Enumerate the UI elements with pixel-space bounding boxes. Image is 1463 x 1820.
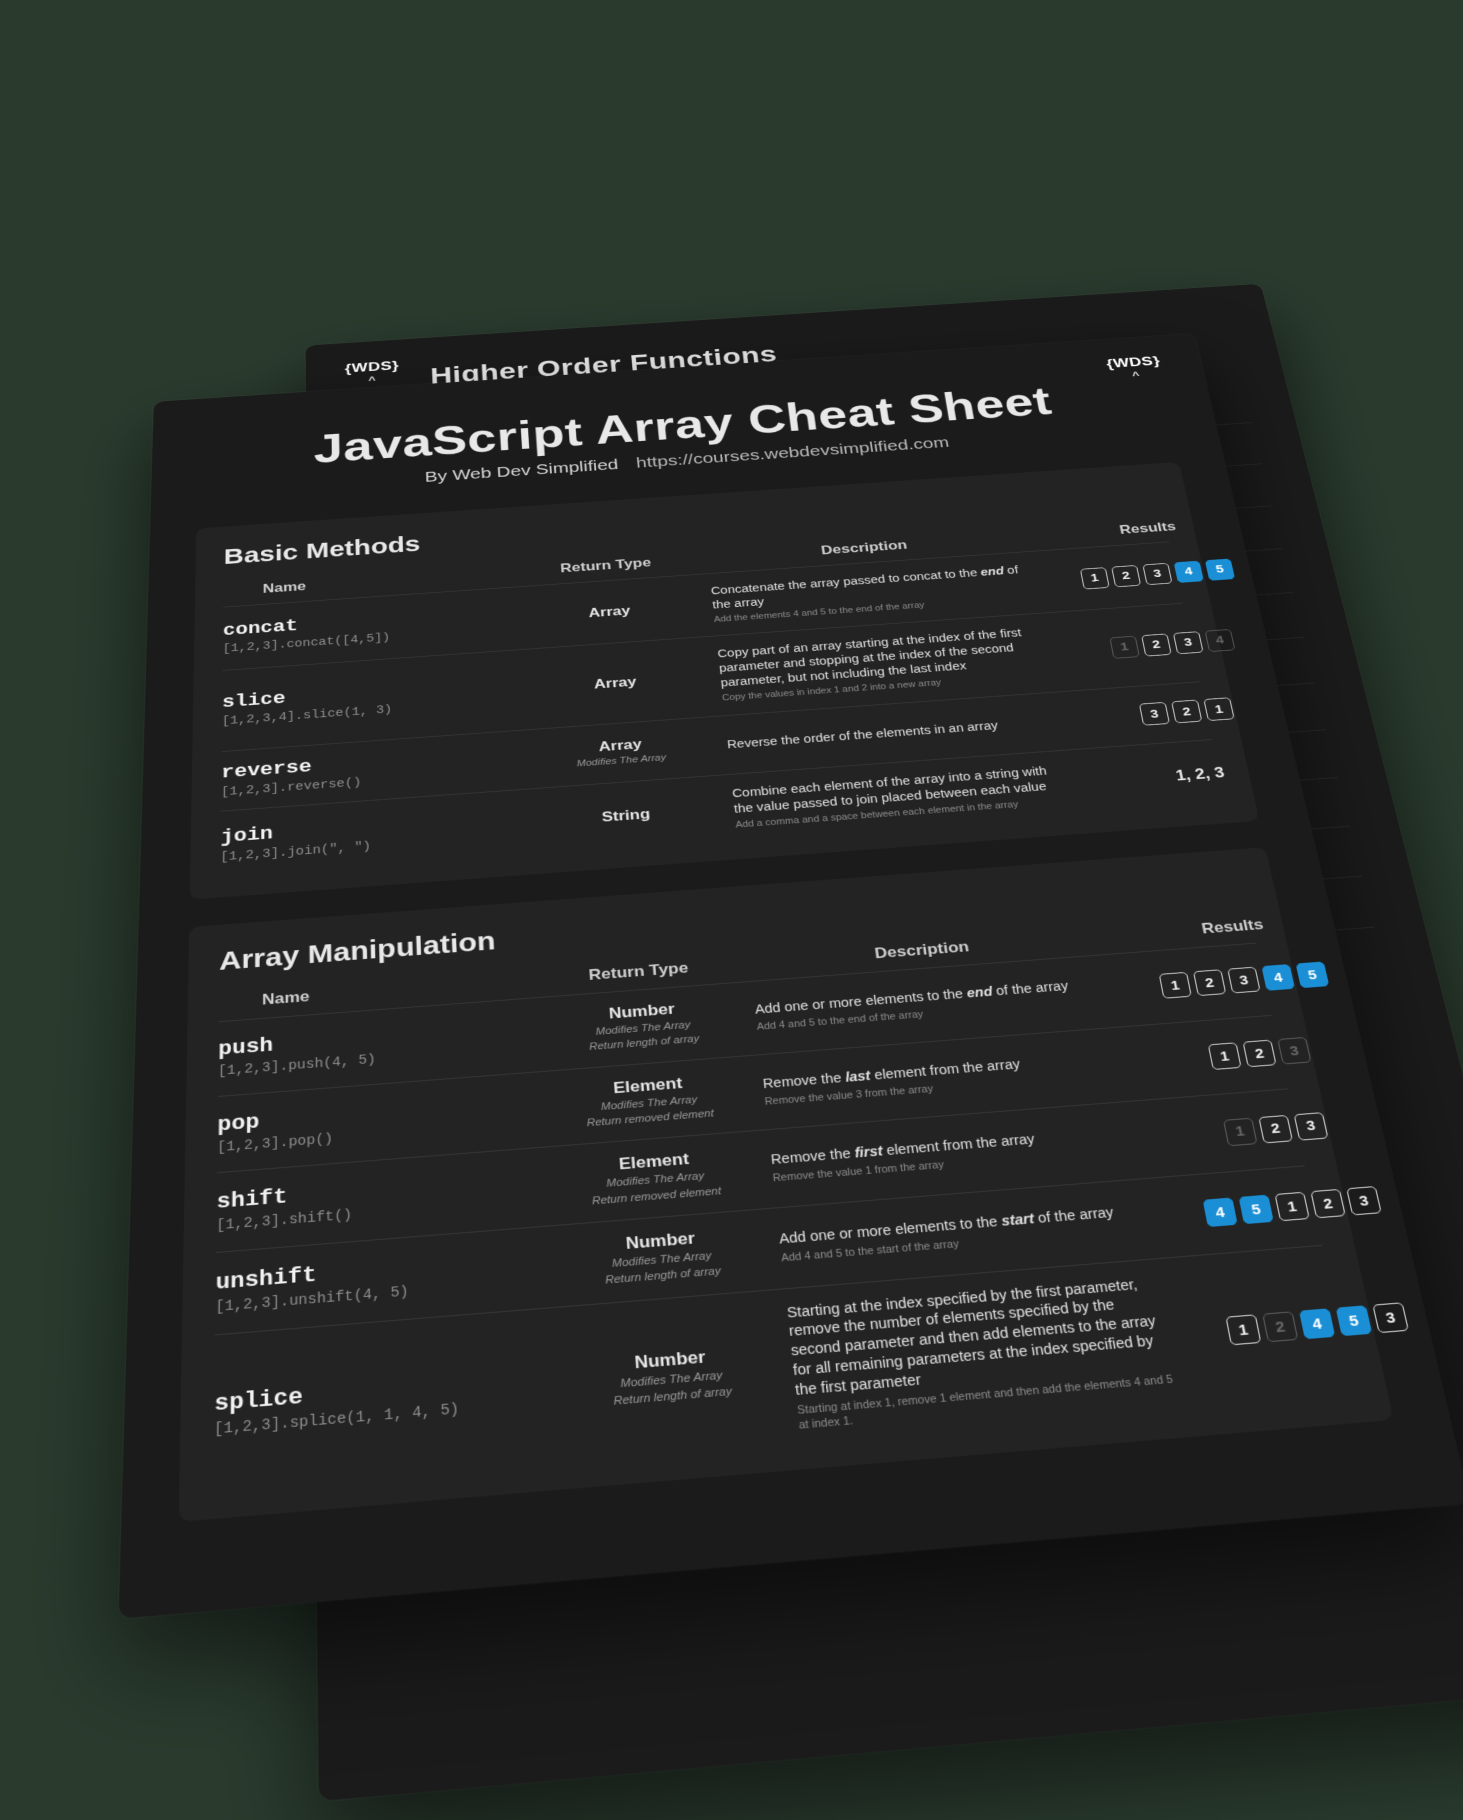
- return-type-cell: Array: [524, 599, 694, 626]
- result-box: 1: [1207, 1042, 1241, 1070]
- result-boxes: 12345: [1158, 962, 1329, 999]
- result-box: 2: [1171, 700, 1202, 724]
- description-cell: Add one or more elements to the start of…: [778, 1201, 1147, 1266]
- result-boxes: 123: [1222, 1112, 1328, 1146]
- return-type-cell: Array: [528, 669, 701, 697]
- result-box: 4: [1202, 1198, 1237, 1228]
- return-type: Array: [524, 599, 694, 626]
- result-box: 5: [1335, 1306, 1372, 1337]
- result-box: 3: [1293, 1112, 1328, 1141]
- section: Array ManipulationNameReturn TypeDescrip…: [178, 847, 1393, 1522]
- method-cell: concat[1,2,3].concat([4,5]): [222, 602, 507, 655]
- result-box: 3: [1277, 1037, 1311, 1065]
- section: Basic MethodsNameReturn TypeDescriptionR…: [189, 462, 1259, 900]
- result-box: 2: [1262, 1312, 1298, 1343]
- result-cell: 123: [1133, 1031, 1384, 1076]
- result-cell: 12345: [1120, 959, 1367, 1002]
- result-boxes: 12453: [1225, 1303, 1409, 1346]
- description-cell: Remove the last element from the arrayRe…: [761, 1048, 1118, 1109]
- result-cell: 321: [1070, 693, 1303, 731]
- result-cell: 45123: [1162, 1183, 1422, 1231]
- result-box: 2: [1111, 565, 1141, 587]
- result-box: 5: [1238, 1195, 1273, 1225]
- method-cell: splice[1,2,3].splice(1, 1, 4, 5): [213, 1364, 550, 1439]
- result-box: 1: [1222, 1117, 1257, 1146]
- col-results: Results: [1111, 909, 1354, 944]
- result-box: 1: [1225, 1315, 1261, 1346]
- result-box: 4: [1299, 1309, 1335, 1340]
- description-cell: Reverse the order of the elements in an …: [726, 714, 1054, 752]
- result-cell: 12453: [1184, 1299, 1450, 1349]
- result-box: 5: [1204, 558, 1234, 580]
- result-box: 5: [1295, 962, 1329, 989]
- col-return: Return Type: [521, 553, 689, 579]
- result-boxes: 1234: [1109, 629, 1235, 659]
- return-type-cell: ElementModifies The ArrayReturn removed …: [553, 1069, 745, 1132]
- result-cell: 123: [1147, 1106, 1402, 1152]
- description-cell: Copy part of an array starting at the in…: [716, 625, 1045, 704]
- result-cell: 12345: [1044, 556, 1269, 592]
- result-boxes: 45123: [1202, 1186, 1381, 1227]
- description-cell: Combine each element of the array into a…: [731, 762, 1068, 831]
- return-type-cell: String: [536, 802, 714, 831]
- method-cell: pop[1,2,3].pop(): [217, 1089, 535, 1156]
- method-cell: shift[1,2,3].shift(): [216, 1165, 539, 1234]
- result-box: 4: [1204, 629, 1235, 652]
- return-type-cell: NumberModifies The ArrayReturn length of…: [548, 996, 737, 1057]
- return-type-cell: ElementModifies The ArrayReturn removed …: [557, 1145, 752, 1211]
- description-cell: Starting at the index specified by the f…: [785, 1273, 1176, 1433]
- result-box: 1: [1109, 635, 1140, 658]
- result-box: 2: [1242, 1040, 1276, 1068]
- method-cell: push[1,2,3].push(4, 5): [217, 1015, 530, 1080]
- result-box: 4: [1261, 964, 1295, 991]
- result-boxes: 12345: [1079, 558, 1234, 589]
- result-cell: 1, 2, 3: [1082, 758, 1317, 792]
- result-box: 1: [1158, 972, 1191, 999]
- result-box: 3: [1142, 563, 1172, 585]
- return-type-cell: NumberModifies The ArrayReturn length of…: [569, 1342, 773, 1413]
- result-box: 3: [1346, 1186, 1382, 1215]
- wds-logo: {WDS}: [344, 359, 399, 386]
- return-type-cell: ArrayModifies The Array: [532, 732, 709, 773]
- description: Reverse the order of the elements in an …: [726, 714, 1054, 752]
- result-box: 3: [1372, 1303, 1409, 1334]
- description-cell: Concatenate the array passed to concat t…: [710, 562, 1032, 625]
- return-type: String: [536, 802, 714, 831]
- result-boxes: 123: [1207, 1037, 1311, 1070]
- result-box: 1: [1274, 1192, 1309, 1222]
- result-box: 2: [1310, 1189, 1346, 1219]
- result-box: 2: [1258, 1115, 1293, 1144]
- method-cell: slice[1,2,3,4].slice(1, 3): [221, 673, 510, 728]
- result-box: 3: [1227, 967, 1260, 994]
- method-cell: reverse[1,2,3].reverse(): [221, 742, 515, 799]
- result-box: 3: [1172, 631, 1203, 654]
- result-boxes: 321: [1138, 697, 1234, 725]
- result-box: 2: [1193, 970, 1226, 997]
- description-cell: Add one or more elements to the end of t…: [754, 975, 1105, 1034]
- result-text: 1, 2, 3: [1082, 758, 1317, 792]
- result-box: 1: [1079, 567, 1109, 589]
- result-box: 4: [1173, 560, 1203, 582]
- wds-logo: {WDS}: [1105, 355, 1164, 382]
- result-box: 3: [1138, 702, 1169, 726]
- method-cell: join[1,2,3].join(", "): [220, 806, 518, 865]
- result-cell: 1234: [1057, 625, 1286, 662]
- col-results: Results: [1036, 514, 1258, 543]
- result-box: 1: [1203, 697, 1234, 721]
- method-cell: unshift[1,2,3].unshift(4, 5): [215, 1245, 544, 1316]
- description-cell: Remove the first element from the arrayR…: [769, 1123, 1132, 1186]
- return-type-cell: NumberModifies The ArrayReturn length of…: [562, 1224, 761, 1292]
- col-return: Return Type: [546, 956, 730, 987]
- result-box: 2: [1141, 633, 1172, 656]
- return-type: Array: [528, 669, 701, 697]
